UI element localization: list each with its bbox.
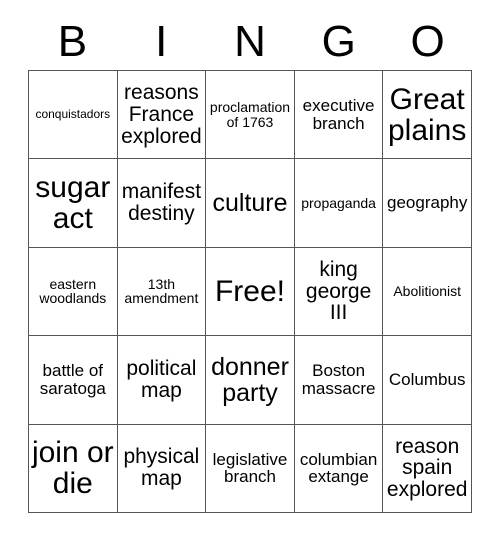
bingo-cell[interactable]: donner party — [206, 336, 295, 425]
bingo-cell-label: executive branch — [302, 96, 375, 133]
bingo-cell[interactable]: physical map — [117, 424, 207, 513]
bingo-cell[interactable]: Columbus — [383, 336, 472, 425]
bingo-cell-label: conquistadors — [35, 107, 111, 122]
bingo-cell[interactable]: eastern woodlands — [29, 247, 118, 337]
bingo-cell[interactable]: political map — [117, 336, 207, 425]
header-letter-g: G — [321, 17, 356, 66]
header-letter-b: B — [57, 17, 88, 66]
bingo-card: B I N G O conquistadors reasons France ex… — [0, 0, 500, 544]
bingo-cell-label: manifest destiny — [121, 180, 202, 226]
bingo-cell[interactable]: manifest destiny — [117, 159, 207, 248]
bingo-cell[interactable]: Great plains — [383, 71, 472, 160]
bingo-cell[interactable]: columbian extange — [294, 424, 384, 513]
bingo-cell[interactable]: sugar act — [29, 159, 118, 248]
bingo-cell[interactable]: battle of saratoga — [29, 336, 118, 425]
bingo-cell-label: physical map — [123, 445, 200, 491]
bingo-cell-label: propaganda — [301, 194, 376, 211]
bingo-cell-label: columbian extange — [299, 449, 378, 487]
bingo-cell-label: sugar act — [35, 170, 111, 236]
bingo-cell-label: 13th amendment — [124, 275, 199, 307]
bingo-cell-label: Boston massacre — [301, 361, 376, 398]
bingo-cell-label: political map — [126, 357, 197, 402]
header-letter-o: O — [410, 17, 445, 66]
bingo-cell[interactable]: executive branch — [294, 71, 384, 160]
bingo-header: B I N G O — [28, 14, 472, 70]
bingo-cell-label: battle of saratoga — [39, 361, 106, 398]
bingo-cell[interactable]: reason spain explored — [383, 424, 472, 513]
bingo-cell[interactable]: legislative branch — [206, 424, 295, 513]
bingo-cell[interactable]: proclamation of 1763 — [206, 71, 295, 160]
bingo-cell-label: proclamation of 1763 — [209, 99, 291, 130]
bingo-cell[interactable]: 13th amendment — [117, 247, 207, 337]
bingo-cell[interactable]: Boston massacre — [294, 336, 384, 425]
bingo-cell-label: geography — [387, 193, 468, 213]
bingo-cell-label: join or die — [31, 436, 114, 501]
bingo-cell[interactable]: reasons France explored — [117, 71, 207, 160]
header-letter-n: N — [234, 17, 266, 66]
bingo-cell-label: legislative branch — [212, 449, 288, 487]
bingo-cell-label: donner party — [211, 352, 289, 407]
bingo-cell-free-space[interactable]: Free! — [206, 247, 295, 337]
bingo-cell[interactable]: culture — [206, 159, 295, 248]
bingo-cell[interactable]: conquistadors — [29, 71, 118, 160]
bingo-cell-label: reason spain explored — [386, 434, 468, 502]
bingo-cell-label: Great plains — [387, 82, 467, 147]
bingo-cell[interactable]: propaganda — [294, 159, 384, 248]
bingo-cell[interactable]: join or die — [29, 424, 118, 513]
header-letter-i: I — [155, 17, 168, 66]
bingo-cell[interactable]: king george III — [294, 247, 384, 337]
bingo-cell-label: Abolitionist — [393, 283, 462, 300]
bingo-cell-label: Columbus — [388, 370, 466, 390]
bingo-cell-label: reasons France explored — [121, 80, 202, 148]
bingo-cell-label: Free! — [214, 274, 285, 308]
bingo-cell[interactable]: geography — [383, 159, 472, 248]
bingo-cell-label: culture — [212, 189, 288, 218]
bingo-grid: conquistadors reasons France explored proc… — [28, 70, 472, 513]
bingo-cell-label: king george III — [305, 257, 372, 325]
bingo-cell-label: eastern woodlands — [39, 275, 107, 307]
bingo-cell[interactable]: Abolitionist — [383, 247, 472, 337]
